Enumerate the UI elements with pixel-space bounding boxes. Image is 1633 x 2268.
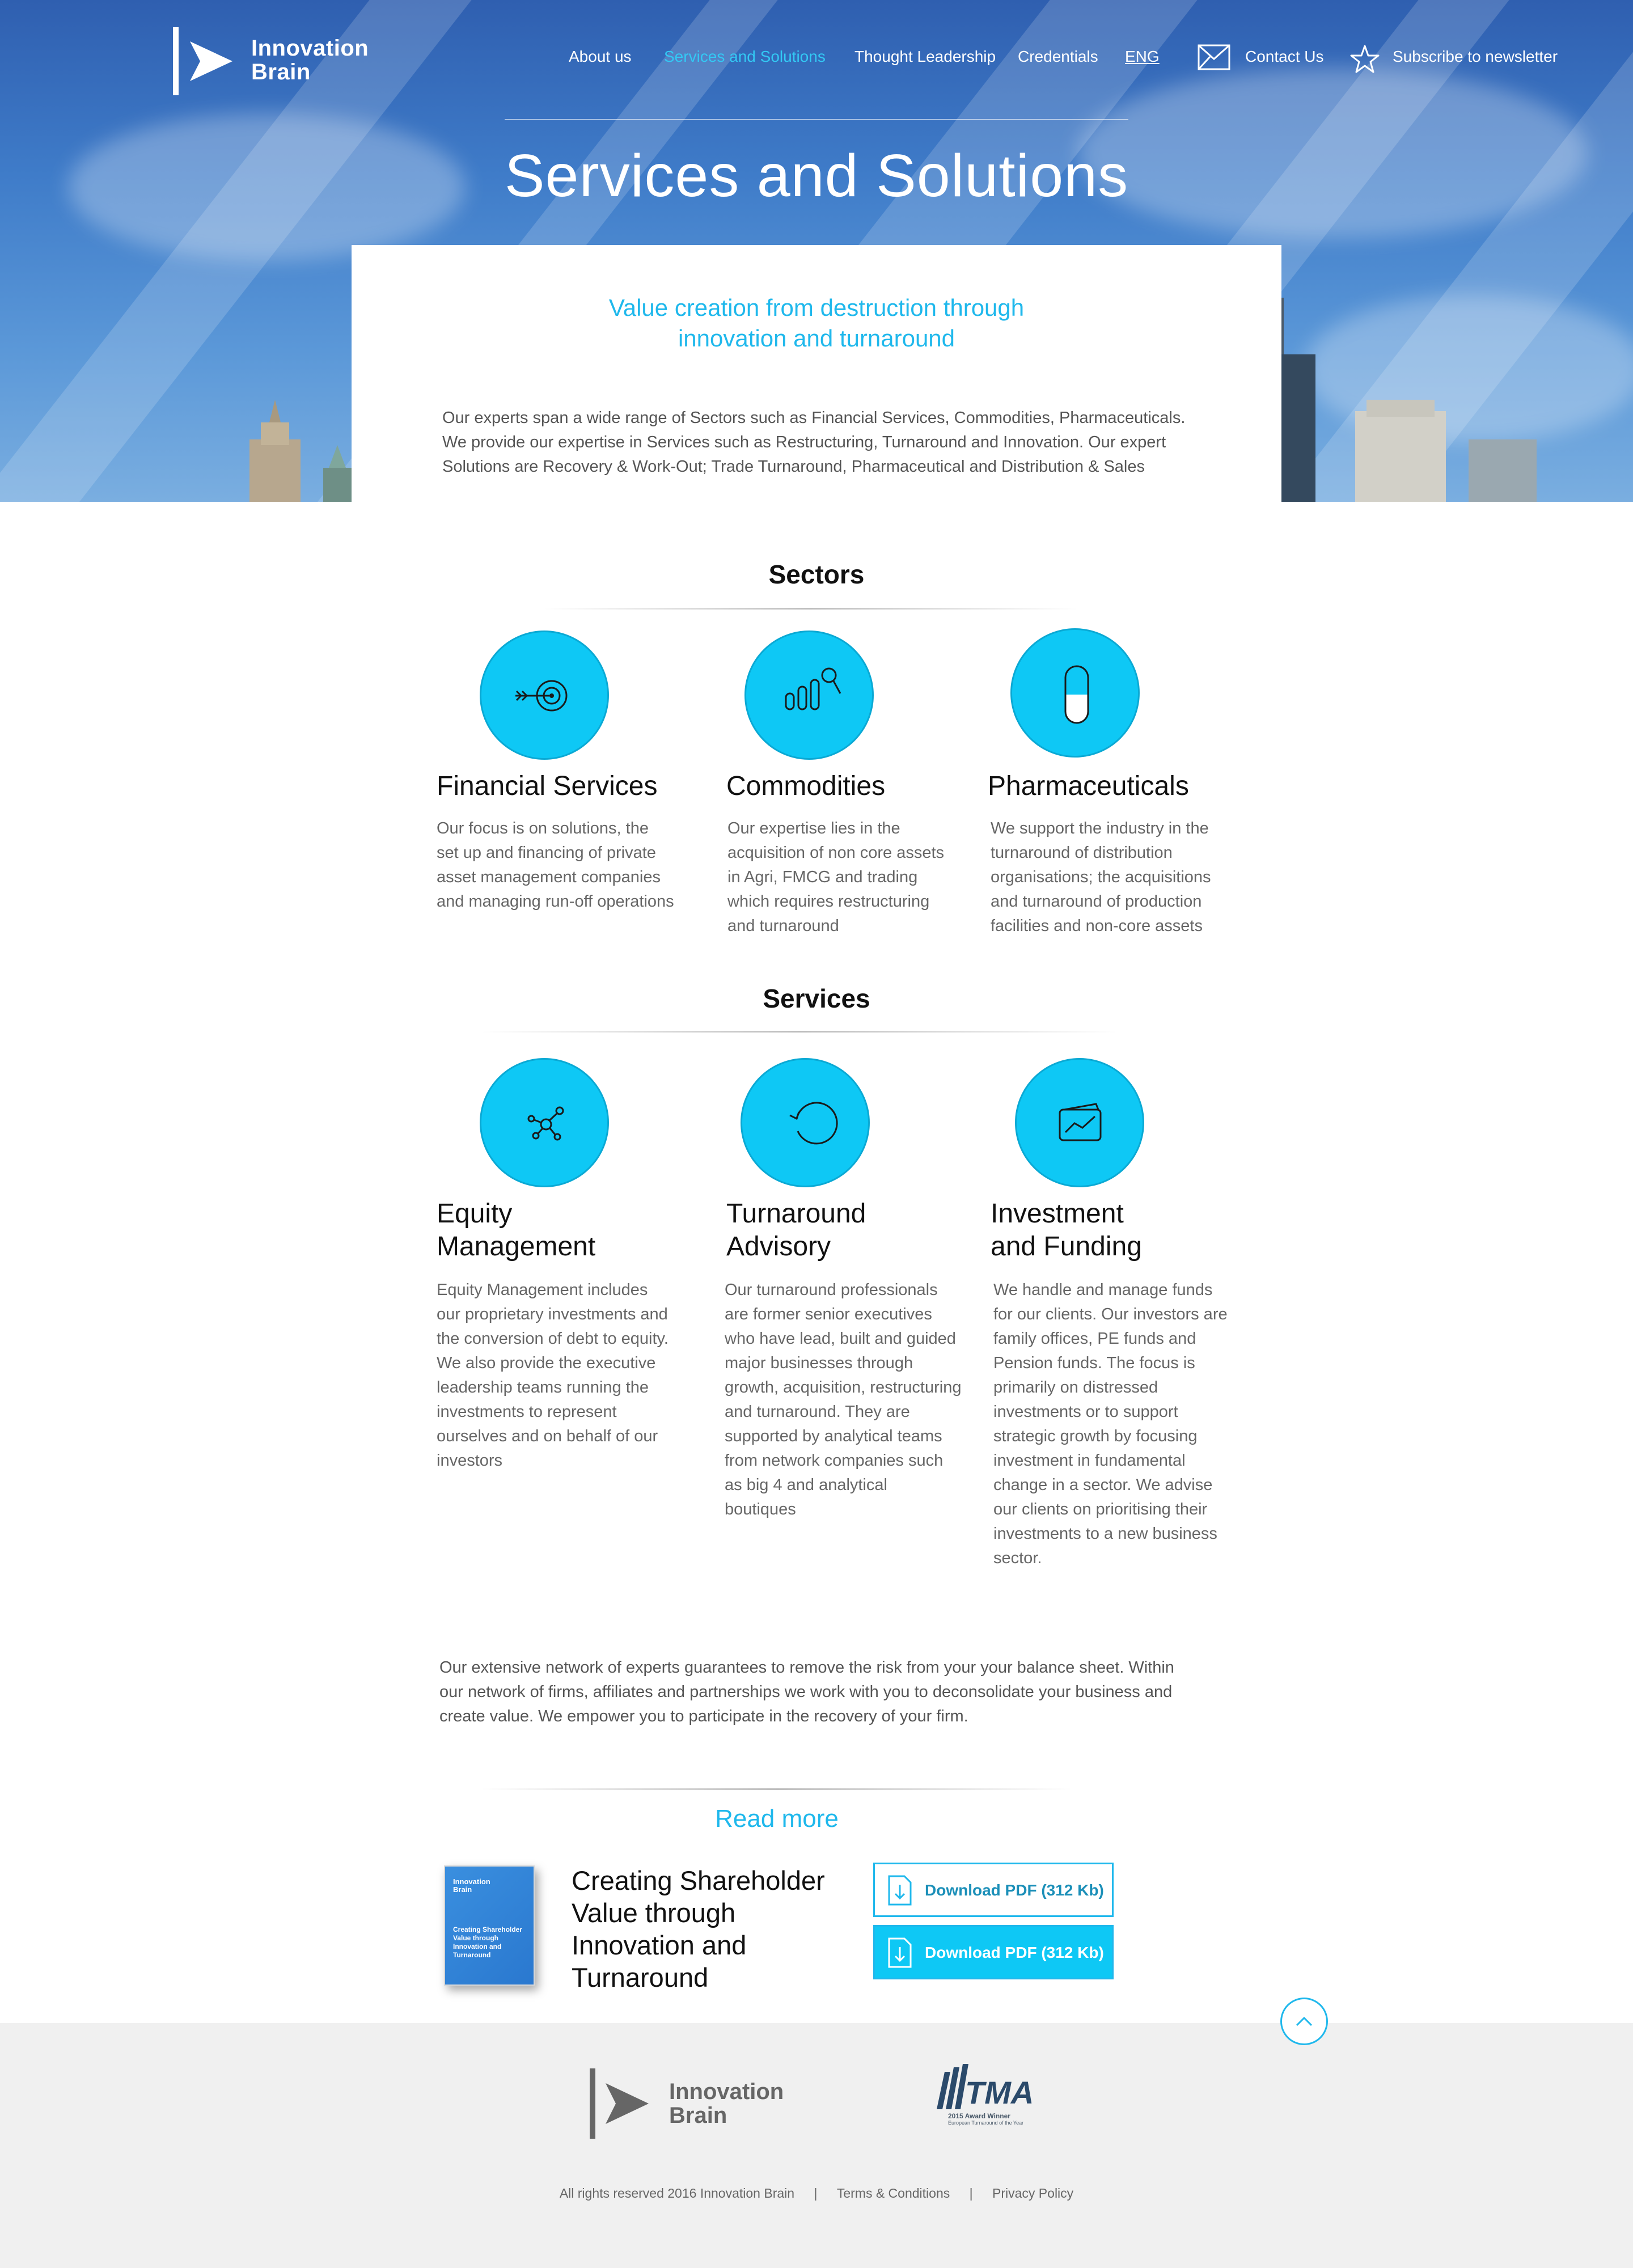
- service-title-turnaround-line2: Advisory: [726, 1232, 831, 1262]
- footer: Innovation Brain TMA 2015 Award Winner E…: [0, 2023, 1633, 2268]
- commodities-icon-circle: [744, 631, 874, 760]
- nav-services-and-solutions[interactable]: Services and Solutions: [664, 48, 826, 66]
- document-download-icon: [888, 1875, 912, 1906]
- download-pdf-label: Download PDF (312 Kb): [925, 1881, 1104, 1899]
- bar-chart-search-icon: [785, 667, 841, 710]
- book-title: Creating Shareholder Value through Innov…: [572, 1864, 838, 1994]
- intro-tagline-line1: Value creation from destruction through: [608, 294, 1025, 321]
- footer-logo[interactable]: Innovation Brain: [590, 2068, 805, 2139]
- book-cover-brand: Innovation Brain: [453, 1878, 490, 1894]
- service-text-turnaround-advisory: Our turnaround professionals are former …: [725, 1281, 962, 1518]
- investment-funding-icon-circle: [1015, 1058, 1144, 1187]
- service-title-equity-line1: Equity: [437, 1199, 513, 1229]
- read-more-link[interactable]: Read more: [0, 1805, 1554, 1833]
- service-title-equity-line2: Management: [437, 1232, 596, 1262]
- service-title-equity-management: Equity Management: [437, 1198, 595, 1263]
- network-nodes-icon: [527, 1106, 564, 1141]
- read-more-divider: [482, 1788, 1072, 1790]
- document-download-icon: [888, 1937, 912, 1968]
- tma-award-badge: TMA 2015 Award Winner European Turnaroun…: [930, 2064, 1038, 2143]
- equity-management-icon-circle: [480, 1058, 609, 1187]
- pharmaceuticals-icon-circle: [1010, 628, 1140, 758]
- page-title: Services and Solutions: [504, 142, 1129, 209]
- wallet-chart-icon: [1059, 1103, 1102, 1141]
- nav-language-eng[interactable]: ENG: [1125, 48, 1160, 66]
- sectors-heading: Sectors: [768, 560, 865, 589]
- award-title: 2015 Award Winner: [948, 2112, 1010, 2120]
- book-cover-image[interactable]: Innovation Brain Creating Shareholder Va…: [444, 1865, 535, 1986]
- book-cover-brand-line2: Brain: [453, 1885, 472, 1894]
- sector-text-financial-services: Our focus is on solutions, the set up an…: [437, 819, 674, 911]
- copyright-text: All rights reserved 2016 Innovation Brai…: [559, 2186, 795, 2201]
- footer-logo-wordmark: Innovation Brain: [669, 2080, 784, 2127]
- sectors-divider: [544, 608, 1077, 610]
- nav-thought-leadership[interactable]: Thought Leadership: [854, 48, 996, 66]
- service-title-investment-line2: and Funding: [991, 1232, 1142, 1262]
- intro-card: Value creation from destruction through …: [352, 245, 1281, 502]
- pill-capsule-icon: [1064, 665, 1089, 724]
- nav-about-us[interactable]: About us: [569, 48, 632, 66]
- intro-text: Our experts span a wide range of Sectors…: [442, 409, 1186, 476]
- nav-contact-us[interactable]: Contact Us: [1245, 48, 1324, 66]
- book-title-line3: Innovation and: [572, 1930, 747, 1960]
- service-title-investment-line1: Investment: [991, 1199, 1124, 1229]
- sector-title-pharmaceuticals: Pharmaceuticals: [988, 771, 1189, 801]
- closing-text: Our extensive network of experts guarant…: [439, 1658, 1174, 1725]
- sector-title-commodities: Commodities: [726, 771, 886, 801]
- envelope-icon[interactable]: [1198, 44, 1230, 70]
- hero-divider: [505, 119, 1128, 120]
- award-subtitle: European Turnaround of the Year: [948, 2120, 1024, 2126]
- service-title-turnaround-advisory: Turnaround Advisory: [726, 1198, 866, 1263]
- intro-tagline-line2: innovation and turnaround: [678, 325, 955, 352]
- star-icon[interactable]: [1349, 44, 1380, 74]
- service-text-equity-management: Equity Management includes our proprieta…: [437, 1281, 669, 1470]
- terms-link[interactable]: Terms & Conditions: [837, 2186, 950, 2201]
- book-title-line1: Creating Shareholder: [572, 1865, 825, 1895]
- nav-credentials[interactable]: Credentials: [1018, 48, 1098, 66]
- financial-services-icon-circle: [480, 631, 609, 760]
- back-to-top-button[interactable]: [1280, 1998, 1328, 2045]
- chevron-up-icon: [1296, 2016, 1313, 2026]
- service-text-investment-funding: We handle and manage funds for our clien…: [993, 1281, 1228, 1567]
- brand-mark-icon: [590, 2068, 649, 2139]
- turnaround-advisory-icon-circle: [741, 1058, 870, 1187]
- skyline-left-building: [249, 400, 352, 502]
- services-heading: Services: [0, 983, 1633, 1014]
- footer-separator: |: [969, 2186, 973, 2201]
- download-pdf-label-2: Download PDF (312 Kb): [925, 1944, 1104, 1961]
- skyline-right-buildings: [1276, 298, 1537, 502]
- service-title-turnaround-line1: Turnaround: [726, 1199, 866, 1229]
- footer-logo-line2: Brain: [669, 2103, 727, 2128]
- download-pdf-button-filled[interactable]: Download PDF (312 Kb): [873, 1925, 1114, 1979]
- footer-logo-line1: Innovation: [669, 2079, 784, 2104]
- footer-links: All rights reserved 2016 Innovation Brai…: [0, 2186, 1633, 2201]
- refresh-cycle-icon: [789, 1102, 838, 1145]
- book-cover-brand-line1: Innovation: [453, 1877, 490, 1886]
- sector-text-pharmaceuticals: We support the industry in the turnaroun…: [991, 819, 1211, 935]
- services-heading-text: Services: [763, 984, 870, 1013]
- download-pdf-button-outline[interactable]: Download PDF (312 Kb): [873, 1863, 1114, 1917]
- book-title-line4: Turnaround: [572, 1962, 709, 1992]
- book-cover-title: Creating Shareholder Value through Innov…: [453, 1926, 523, 1959]
- privacy-link[interactable]: Privacy Policy: [992, 2186, 1073, 2201]
- target-arrow-icon: [515, 680, 568, 712]
- book-title-line2: Value through: [572, 1898, 736, 1928]
- sector-title-financial-services: Financial Services: [437, 771, 658, 801]
- main-nav: About us Services and Solutions Thought …: [0, 44, 1633, 73]
- nav-subscribe-newsletter[interactable]: Subscribe to newsletter: [1393, 48, 1558, 66]
- services-divider: [482, 1031, 1117, 1033]
- service-title-investment-funding: Investment and Funding: [991, 1198, 1142, 1263]
- sector-text-commodities: Our expertise lies in the acquisition of…: [727, 819, 945, 935]
- tma-logo-icon: TMA: [937, 2064, 1034, 2110]
- intro-tagline: Value creation from destruction through …: [352, 293, 1281, 354]
- footer-separator: |: [814, 2186, 818, 2201]
- tma-logo-text: TMA: [965, 2075, 1034, 2110]
